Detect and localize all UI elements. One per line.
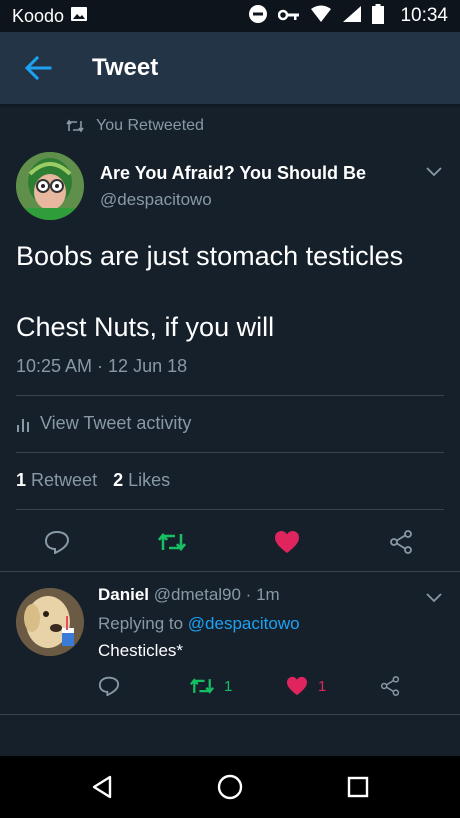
reply-icon: [44, 530, 70, 554]
chevron-down-icon: [426, 593, 442, 603]
tweet-actions: [0, 522, 460, 562]
reply-avatar[interactable]: [16, 588, 84, 656]
status-icons: 10:34: [248, 3, 448, 29]
clock-time: 10:34: [400, 5, 448, 26]
reply-retweet-count: 1: [224, 677, 233, 695]
retweet-icon: [158, 532, 186, 552]
app-bar-shadow: [0, 104, 460, 108]
retweet-context-label: You Retweeted: [96, 117, 204, 134]
tweet-line-2: Chest Nuts, if you will: [16, 312, 275, 342]
chevron-down-icon: [426, 167, 442, 177]
vpn-key-icon: [278, 6, 300, 27]
nav-home-button[interactable]: [214, 771, 246, 803]
divider: [16, 395, 444, 396]
reply-like-button[interactable]: 1: [286, 676, 326, 696]
like-button[interactable]: [267, 522, 307, 562]
divider: [0, 571, 460, 572]
reply-retweet-button[interactable]: 1: [190, 676, 232, 696]
nav-back-button[interactable]: [86, 771, 118, 803]
tweet-menu-button[interactable]: [426, 164, 442, 182]
reply-icon: [98, 676, 120, 696]
divider: [16, 452, 444, 453]
author-avatar[interactable]: [16, 152, 84, 220]
share-button[interactable]: [381, 522, 421, 562]
share-icon: [390, 530, 412, 554]
reply-reply-button[interactable]: [98, 676, 120, 696]
wifi-icon: [310, 5, 332, 28]
app-bar: Tweet: [0, 32, 460, 104]
like-count: 2: [113, 470, 124, 490]
tweet-line-1: Boobs are just stomach testicles: [16, 241, 404, 271]
system-nav-bar: [0, 756, 460, 818]
author-info[interactable]: Are You Afraid? You Should Be @despacito…: [100, 163, 366, 210]
replying-to: Replying to @despacitowo: [98, 614, 300, 634]
page-title: Tweet: [92, 54, 159, 81]
divider: [0, 714, 460, 715]
retweet-button[interactable]: [152, 522, 192, 562]
author-display-name[interactable]: Are You Afraid? You Should Be: [100, 163, 366, 184]
reply-button[interactable]: [37, 522, 77, 562]
square-recents-icon: [347, 776, 369, 798]
heart-icon: [275, 531, 299, 553]
heart-icon: [287, 676, 307, 696]
retweet-count-label: Retweet: [31, 470, 98, 490]
status-bar: Koodo 10:34: [0, 0, 460, 32]
view-activity-button[interactable]: View Tweet activity: [16, 413, 191, 434]
retweet-icon: [190, 678, 214, 694]
signal-icon: [342, 5, 362, 28]
bar-chart-icon: [17, 418, 29, 432]
like-count-group[interactable]: 2 Likes: [113, 470, 170, 491]
retweet-icon: [66, 119, 84, 133]
circle-home-icon: [217, 774, 243, 800]
nav-recents-button[interactable]: [342, 771, 374, 803]
reply-header: Daniel @dmetal90 · 1m: [98, 585, 280, 605]
retweet-context: You Retweeted: [66, 117, 204, 135]
reply-actions: 1 1: [0, 676, 460, 702]
reply-handle-time[interactable]: @dmetal90 · 1m: [154, 585, 280, 604]
triangle-back-icon: [92, 775, 112, 799]
back-button[interactable]: [0, 32, 76, 104]
reply-body: Chesticles*: [98, 641, 184, 660]
like-count-label: Likes: [128, 470, 171, 490]
carrier-name: Koodo: [12, 5, 65, 26]
engagement-counts: 1 Retweet 2 Likes: [16, 470, 170, 491]
replying-to-prefix: Replying to: [98, 614, 184, 633]
author-handle[interactable]: @despacitowo: [100, 190, 366, 210]
do-not-disturb-icon: [248, 4, 268, 29]
retweet-count-group[interactable]: 1 Retweet: [16, 470, 97, 491]
reply-share-button[interactable]: [380, 676, 400, 696]
retweet-count: 1: [16, 470, 27, 490]
replying-to-handle[interactable]: @despacitowo: [188, 614, 300, 633]
arrow-back-icon: [24, 56, 52, 80]
image-icon: [70, 6, 88, 27]
share-icon: [380, 676, 400, 696]
view-activity-label: View Tweet activity: [40, 413, 192, 433]
divider: [16, 509, 444, 510]
reply-menu-button[interactable]: [426, 590, 442, 608]
tweet-timestamp: 10:25 AM · 12 Jun 18: [16, 356, 188, 376]
battery-icon: [372, 3, 385, 29]
carrier-group: Koodo: [12, 6, 88, 27]
reply-like-count: 1: [318, 677, 327, 695]
reply-display-name[interactable]: Daniel: [98, 585, 149, 604]
